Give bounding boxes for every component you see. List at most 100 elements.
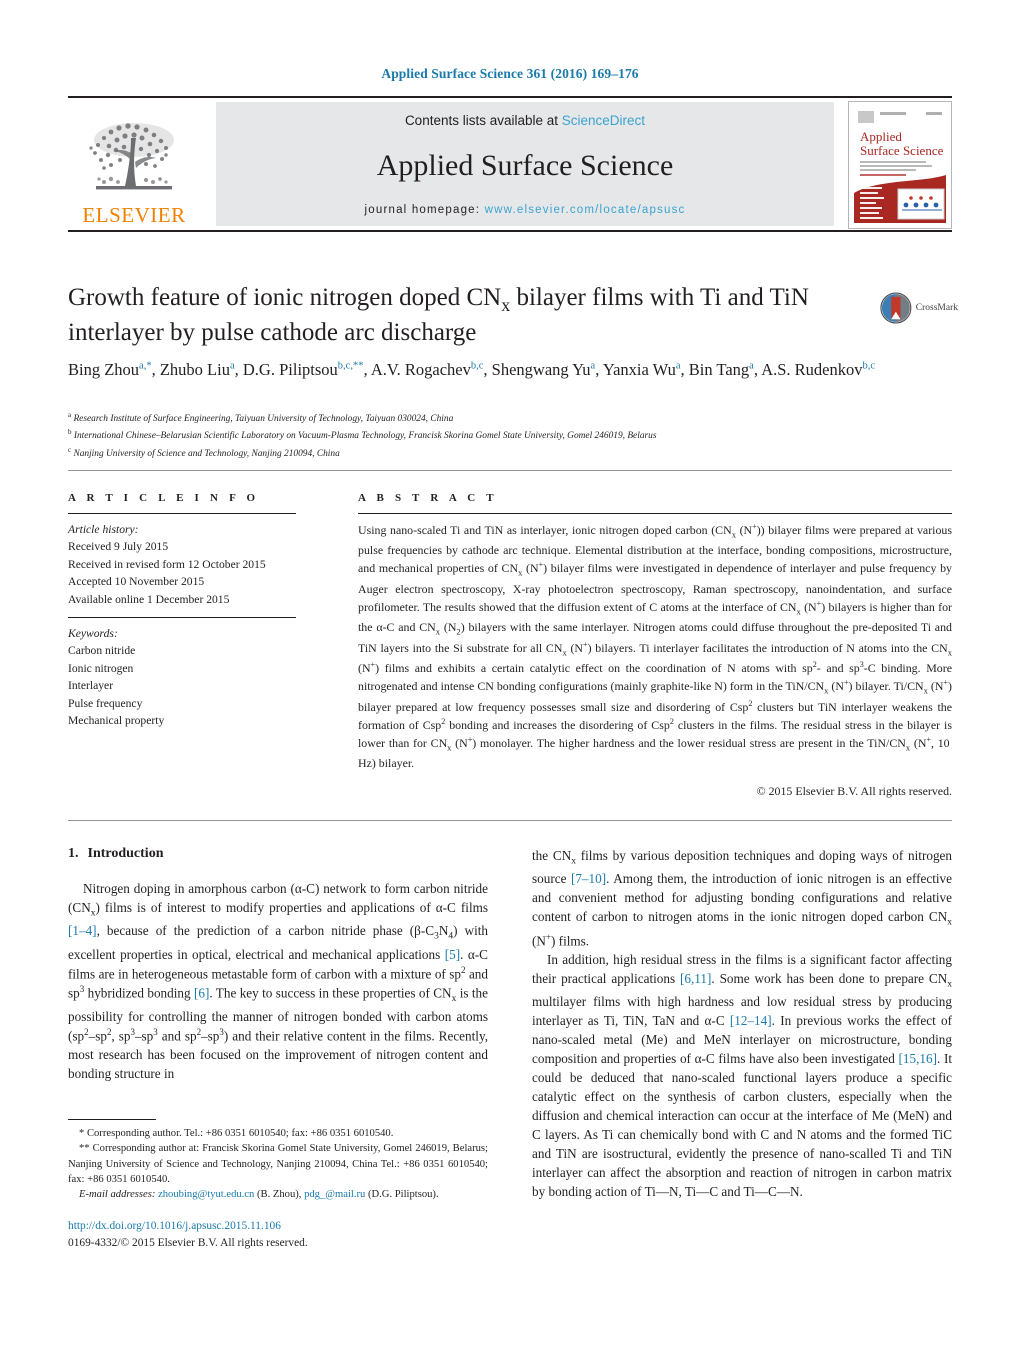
footnote-divider: [68, 1119, 156, 1120]
page-title: Growth feature of ionic nitrogen doped C…: [68, 282, 838, 349]
author-name: A.V. Rogachev: [370, 360, 471, 379]
author-affil-mark: a: [675, 360, 681, 372]
author-name: D.G. Piliptsou: [242, 360, 338, 379]
crossmark-label: CrossMark: [915, 303, 958, 313]
contents-prefix: Contents lists available at: [404, 113, 562, 128]
citation-link[interactable]: [15,16]: [899, 1051, 937, 1066]
title-part-1: Growth feature of ionic nitrogen doped C…: [68, 284, 502, 311]
paragraph-intro-right-1: the CNx films by various deposition tech…: [532, 848, 953, 949]
affiliation-item: c Nanjing University of Science and Tech…: [68, 445, 958, 462]
author-affil-mark: b,c: [862, 360, 876, 372]
doi-link[interactable]: http://dx.doi.org/10.1016/j.apsusc.2015.…: [68, 1218, 488, 1235]
keyword-item: Mechanical property: [68, 713, 165, 727]
author-item: Zhubo Liua: [160, 360, 235, 379]
footnote-corresponding-1: * Corresponding author. Tel.: +86 0351 6…: [79, 1128, 394, 1139]
paragraph-intro-right-2: In addition, high residual stress in the…: [532, 952, 953, 1200]
email-label: E-mail addresses:: [79, 1189, 156, 1201]
author-name: Bin Tang: [688, 360, 750, 379]
affiliation-text: Research Institute of Surface Engineerin…: [73, 414, 454, 425]
affiliation-mark: a: [68, 411, 72, 419]
article-info-block: A R T I C L E I N F O Article history: R…: [68, 492, 296, 729]
journal-masthead: ELSEVIER Contents lists available at Sci…: [68, 96, 952, 232]
author-item: A.V. Rogachevb,c: [371, 360, 484, 379]
article-history: Article history: Received 9 July 2015 Re…: [68, 521, 296, 608]
author-affil-mark: a: [749, 360, 754, 372]
journal-homepage-line: journal homepage: www.elsevier.com/locat…: [365, 204, 686, 216]
elsevier-wordmark: ELSEVIER: [82, 203, 186, 227]
keyword-item: Interlayer: [68, 679, 114, 693]
keyword-item: Pulse frequency: [68, 696, 143, 710]
author-name: Shengwang Yu: [491, 360, 591, 379]
keywords-rule: [68, 616, 296, 618]
author-affil-mark: a: [590, 360, 596, 372]
citation-link[interactable]: [7–10]: [571, 871, 606, 886]
abstract-copyright: © 2015 Elsevier B.V. All rights reserved…: [756, 784, 952, 799]
author-affil-mark: b,c,**: [337, 360, 364, 372]
svg-text:Applied: Applied: [860, 129, 902, 144]
author-item: Shengwang Yua: [492, 360, 596, 379]
author-item: Bing Zhoua,*: [68, 360, 152, 379]
email-owner-2: (D.G. Piliptsou).: [367, 1189, 439, 1201]
citation-link[interactable]: [12–14]: [730, 1013, 772, 1028]
email-link-2[interactable]: pdg_@mail.ru: [304, 1189, 365, 1200]
footnote-block: * Corresponding author. Tel.: +86 0351 6…: [68, 1126, 488, 1203]
keyword-item: Carbon nitride: [68, 644, 136, 658]
footnote-emails: E-mail addresses: zhoubing@tyut.edu.cn (…: [68, 1187, 488, 1202]
author-name: Yanxia Wu: [602, 360, 676, 379]
author-affil-mark: a,*: [139, 360, 152, 372]
cover-artwork-icon: Applied Surface Science: [848, 101, 952, 229]
affiliation-item: b International Chinese–Belarusian Scien…: [68, 427, 958, 444]
citation-link[interactable]: [1–4]: [68, 923, 97, 938]
affiliation-mark: b: [68, 428, 72, 437]
section-title: Introduction: [87, 846, 164, 861]
abstract-text: Using nano-scaled Ti and TiN as interlay…: [358, 522, 952, 771]
affiliation-item: a Research Institute of Surface Engineer…: [68, 410, 958, 427]
citation-link[interactable]: [5]: [445, 947, 460, 962]
affiliation-mark: c: [68, 445, 72, 454]
abstract-heading: A B S T R A C T: [358, 492, 498, 504]
author-item: D.G. Piliptsoub,c,**: [243, 360, 364, 379]
footnote-corresponding-2: ** Corresponding author at: Francisk Sko…: [68, 1143, 488, 1186]
history-item: Received 9 July 2015: [68, 540, 169, 554]
section-number: 1.: [68, 846, 79, 861]
divider-above-abstract: [68, 470, 952, 471]
article-history-label: Article history:: [68, 523, 139, 536]
article-page: Applied Surface Science 361 (2016) 169–1…: [0, 0, 1020, 1351]
masthead-center-band: Contents lists available at ScienceDirec…: [216, 102, 834, 226]
article-info-rule: [68, 513, 296, 514]
keywords-label: Keywords:: [68, 626, 118, 640]
author-list: Bing Zhoua,*, Zhubo Liua, D.G. Piliptsou…: [68, 360, 876, 379]
section-heading-introduction: 1. Introduction: [68, 846, 488, 862]
history-item: Available online 1 December 2015: [68, 592, 230, 606]
author-affil-mark: a: [229, 360, 235, 372]
affiliation-list: a Research Institute of Surface Engineer…: [68, 410, 958, 462]
citation-link[interactable]: [6,11]: [680, 971, 711, 986]
sciencedirect-link[interactable]: ScienceDirect: [562, 113, 645, 128]
history-item: Accepted 10 November 2015: [68, 575, 205, 589]
journal-title: Applied Surface Science: [376, 149, 674, 182]
elsevier-logo: ELSEVIER: [68, 98, 200, 230]
citation-link[interactable]: [6]: [194, 985, 209, 1000]
author-item: A.S. Rudenkovb,c: [761, 360, 875, 379]
issn-copyright: 0169-4332/© 2015 Elsevier B.V. All right…: [68, 1236, 308, 1249]
crossmark-badge[interactable]: CrossMark: [880, 288, 958, 328]
keyword-item: Ionic nitrogen: [68, 661, 134, 675]
author-name: Bing Zhou: [68, 360, 140, 379]
contents-list-line: Contents lists available at ScienceDirec…: [405, 113, 645, 128]
journal-homepage-link[interactable]: www.elsevier.com/locate/apsusc: [485, 204, 686, 216]
email-link-1[interactable]: zhoubing@tyut.edu.cn: [158, 1189, 254, 1200]
author-name: A.S. Rudenkov: [761, 360, 863, 379]
article-info-heading: A R T I C L E I N F O: [68, 492, 260, 504]
journal-cover-thumbnail: Applied Surface Science: [848, 101, 952, 229]
running-head: Applied Surface Science 361 (2016) 169–1…: [381, 66, 639, 81]
author-item: Bin Tanga: [689, 360, 754, 379]
paragraph-intro-left: Nitrogen doping in amorphous carbon (α-C…: [68, 881, 489, 1082]
affiliation-text: Nanjing University of Science and Techno…: [73, 448, 340, 459]
affiliation-text: International Chinese–Belarusian Scienti…: [73, 431, 657, 442]
history-item: Received in revised form 12 October 2015: [68, 557, 266, 571]
doi-block: http://dx.doi.org/10.1016/j.apsusc.2015.…: [68, 1218, 488, 1251]
svg-text:Surface Science: Surface Science: [860, 143, 944, 158]
title-subscript: x: [501, 295, 511, 315]
keywords-block: Keywords: Carbon nitride Ionic nitrogen …: [68, 625, 296, 729]
crossmark-icon: [880, 292, 912, 324]
